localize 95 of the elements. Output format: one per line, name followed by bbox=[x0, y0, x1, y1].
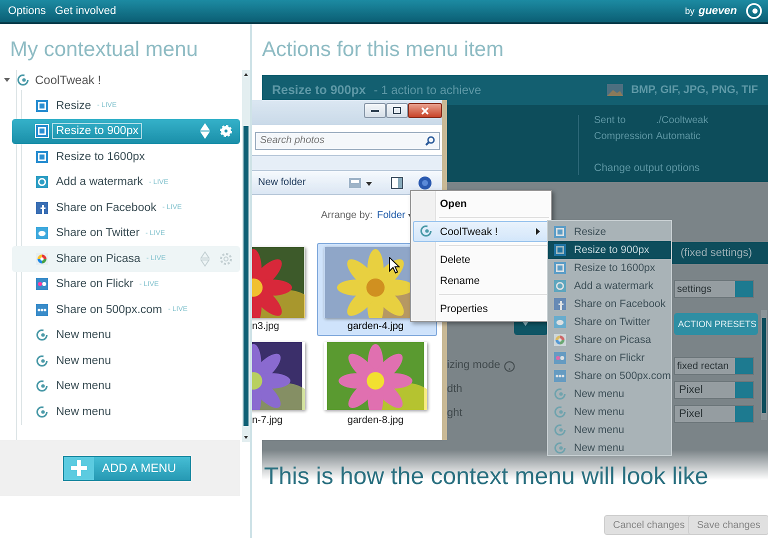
spiral-icon bbox=[36, 329, 48, 342]
menu-item[interactable]: New menu bbox=[548, 385, 671, 403]
output-value: Automatic bbox=[656, 131, 700, 142]
spiral-icon bbox=[554, 442, 566, 454]
close-button[interactable] bbox=[408, 103, 442, 118]
pane-icon[interactable] bbox=[391, 177, 403, 189]
picture-frame-icon bbox=[36, 100, 48, 112]
menu-item[interactable]: CoolTweak ! bbox=[413, 221, 549, 242]
logo-icon bbox=[746, 3, 762, 19]
menu-item[interactable]: Resize bbox=[548, 223, 671, 241]
minimize-button[interactable] bbox=[364, 103, 386, 118]
preset-dropdown[interactable]: settings bbox=[674, 280, 754, 298]
section-title: Actions for this menu item bbox=[261, 37, 505, 63]
close-icon bbox=[421, 107, 429, 115]
menu-item[interactable]: Share on Flickr bbox=[548, 349, 671, 367]
two-dots-icon bbox=[554, 352, 566, 364]
unit-dropdown[interactable]: Pixel bbox=[674, 381, 754, 399]
arrange-label: Arrange by: bbox=[321, 210, 373, 221]
field-label: dth bbox=[447, 383, 462, 395]
maximize-icon bbox=[393, 107, 401, 114]
cursor-icon bbox=[389, 257, 400, 274]
menu-item[interactable]: New menu bbox=[548, 403, 671, 421]
menu-item[interactable]: Open bbox=[413, 193, 549, 214]
spiral-icon bbox=[420, 225, 432, 237]
menu-item[interactable]: Options bbox=[8, 5, 46, 17]
spiral-icon bbox=[17, 74, 29, 86]
menu-item[interactable]: Rename bbox=[413, 270, 549, 291]
output-label: Sent to bbox=[594, 115, 626, 126]
spiral-icon bbox=[554, 424, 566, 436]
menu-item[interactable]: New menu bbox=[548, 421, 671, 439]
tree-item[interactable]: Resize to 1600px bbox=[22, 144, 240, 170]
dots-icon bbox=[36, 304, 48, 316]
picture-frame-icon bbox=[554, 244, 566, 256]
help-icon[interactable] bbox=[418, 176, 432, 190]
spiral-icon bbox=[554, 388, 566, 400]
menu-item[interactable]: Add a watermark bbox=[548, 277, 671, 295]
settings-icon[interactable] bbox=[218, 123, 234, 140]
spiral-icon bbox=[36, 406, 48, 418]
tree-item[interactable]: New menu bbox=[22, 399, 240, 424]
caret-icon[interactable] bbox=[3, 76, 11, 84]
tree-item[interactable]: CoolTweak ! bbox=[3, 70, 242, 90]
two-dots-icon bbox=[36, 278, 48, 290]
menu-item[interactable]: Get involved bbox=[54, 5, 116, 17]
presets-button[interactable]: ACTION PRESETS bbox=[674, 313, 758, 335]
picture-frame-icon bbox=[554, 226, 566, 238]
twitter-icon bbox=[554, 316, 566, 328]
circle-badge-icon bbox=[36, 176, 48, 188]
tree-item[interactable]: New menu bbox=[22, 322, 240, 348]
search-icon bbox=[425, 136, 435, 146]
output-value: ./Cooltweak bbox=[656, 115, 708, 126]
help-icon bbox=[504, 361, 515, 372]
file-name[interactable]: garden-4.jpg bbox=[324, 321, 427, 332]
unit-dropdown[interactable]: Pixel bbox=[674, 405, 754, 423]
action-count: - 1 action to achieve bbox=[374, 83, 482, 97]
field-label: izing mode bbox=[447, 359, 500, 371]
search-field[interactable]: Search photos bbox=[255, 132, 440, 150]
dots-icon bbox=[554, 370, 566, 382]
menu-item[interactable]: Properties bbox=[413, 298, 549, 319]
menu-item[interactable]: Share on Facebook bbox=[548, 295, 671, 313]
maximize-button[interactable] bbox=[386, 103, 408, 118]
menu-item[interactable]: Share on 500px.com bbox=[548, 367, 671, 385]
circle-badge-icon bbox=[554, 280, 566, 292]
format-list: BMP, GIF, JPG, PNG, TIF bbox=[631, 84, 758, 96]
menu-item[interactable]: New menu bbox=[548, 439, 671, 457]
menu-item[interactable]: Resize to 900px bbox=[548, 241, 671, 259]
picture-frame-icon bbox=[36, 150, 48, 163]
spiral-icon bbox=[36, 380, 48, 392]
submenu-arrow-icon bbox=[536, 228, 540, 235]
twitter-icon bbox=[36, 227, 48, 240]
brand-name: gueven bbox=[698, 5, 737, 17]
file-name[interactable]: n-7.jpg bbox=[252, 415, 283, 426]
pinwheel-icon bbox=[554, 334, 566, 346]
image-icon bbox=[607, 84, 624, 96]
spiral-icon bbox=[554, 406, 566, 418]
pinwheel-icon bbox=[36, 252, 48, 265]
action-title: Resize to 900px bbox=[272, 83, 366, 97]
section-title: My contextual menu bbox=[9, 37, 199, 63]
file-name[interactable]: n3.jpg bbox=[252, 321, 280, 332]
output-label: Compression bbox=[594, 131, 653, 142]
menu-item[interactable]: Share on Twitter bbox=[548, 313, 671, 331]
menu-item[interactable]: Share on Picasa bbox=[548, 331, 671, 349]
picture-frame-icon bbox=[36, 125, 48, 138]
file-name[interactable]: garden-8.jpg bbox=[324, 415, 427, 426]
tree-item[interactable]: New menu bbox=[22, 348, 240, 374]
caption: This is how the context menu will look like bbox=[264, 463, 708, 491]
scrollbar[interactable] bbox=[242, 70, 250, 442]
plus-icon bbox=[71, 460, 87, 476]
brand-prefix: by bbox=[684, 6, 694, 16]
mode-dropdown[interactable]: fixed rectan bbox=[674, 357, 754, 375]
picture-frame-icon bbox=[554, 262, 566, 274]
field-label: ght bbox=[447, 407, 462, 419]
minimize-icon bbox=[371, 110, 379, 113]
new-folder-button[interactable]: New folder bbox=[254, 175, 310, 190]
spiral-icon bbox=[36, 354, 48, 367]
tree-item[interactable]: New menu bbox=[22, 374, 240, 399]
